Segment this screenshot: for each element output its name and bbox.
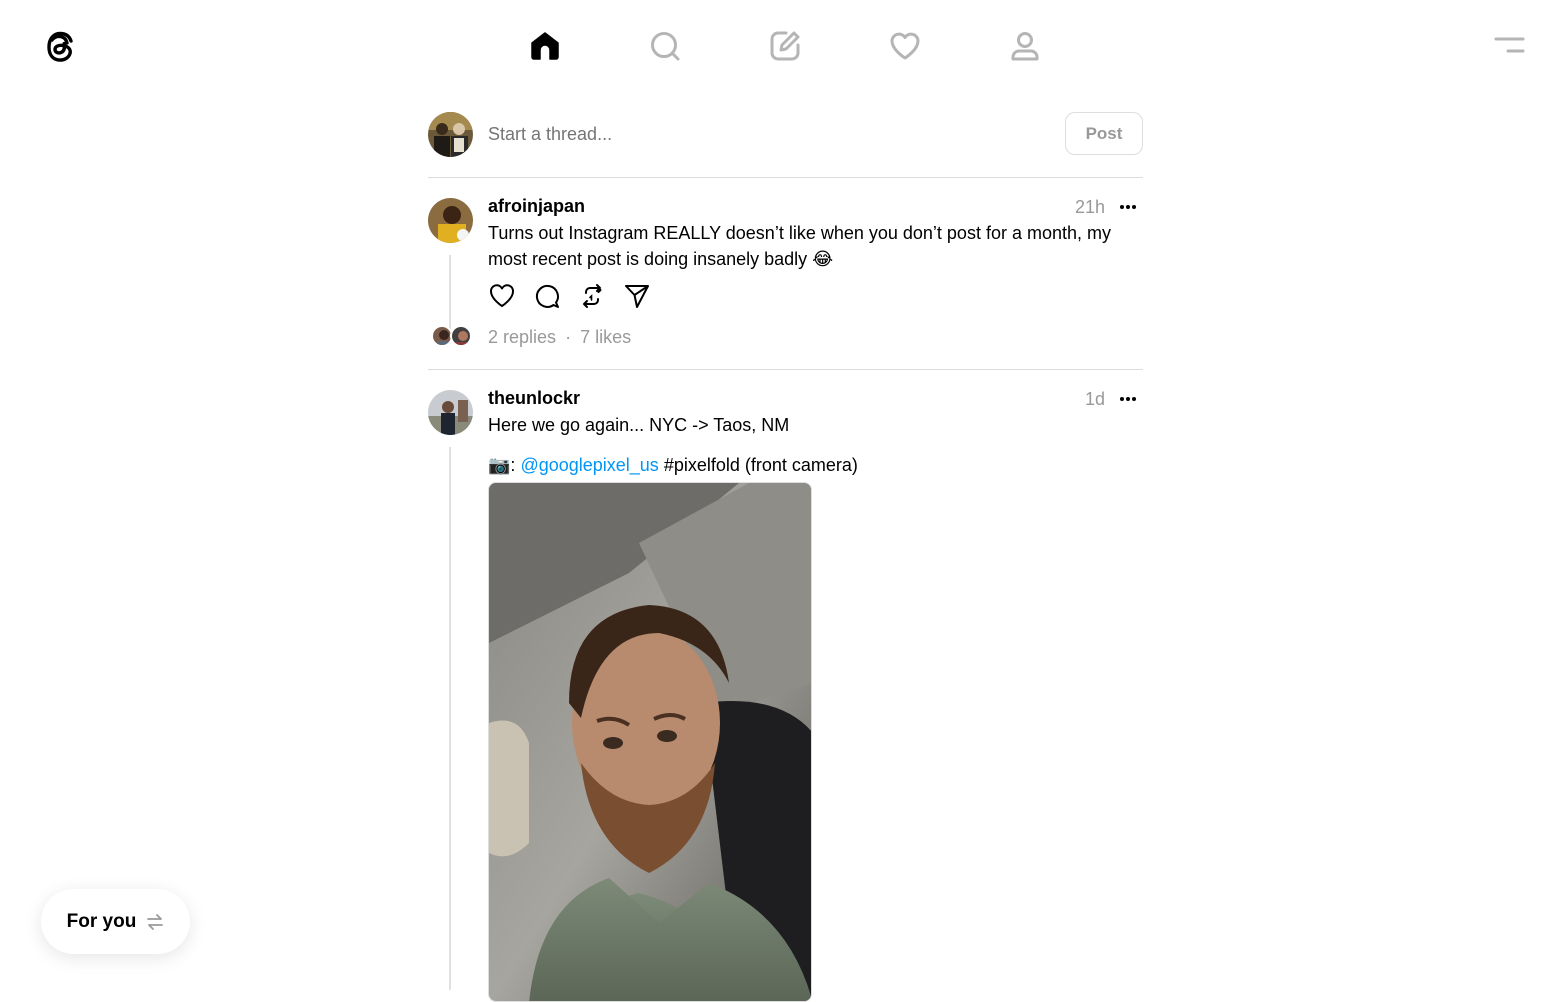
mention-link[interactable]: @googlepixel_us: [520, 455, 658, 475]
repost-icon: [583, 284, 602, 308]
menu-button[interactable]: [1490, 30, 1530, 60]
thread-composer: Post: [428, 112, 1143, 158]
compose-icon: [770, 31, 800, 61]
post-text: Here we go again... NYC -> Taos, NM: [488, 415, 790, 435]
heart-icon: [490, 284, 514, 307]
menu-icon: [1494, 37, 1525, 53]
camera-emoji: 📷:: [488, 455, 516, 475]
more-icon: [1120, 397, 1136, 401]
more-icon: [1120, 205, 1136, 209]
thread-line: [449, 447, 451, 990]
post-username[interactable]: afroinjapan: [488, 196, 585, 217]
post-text: Turns out Instagram REALLY doesn’t like …: [488, 223, 1111, 269]
thread-post: afroinjapan 21h Turns out Instagram REAL…: [428, 196, 1143, 356]
post-time[interactable]: 1d: [1085, 389, 1105, 410]
nav-home[interactable]: [515, 20, 575, 72]
thread-input[interactable]: [488, 124, 988, 145]
like-button[interactable]: [488, 282, 516, 310]
divider: [428, 369, 1143, 370]
share-button[interactable]: [623, 282, 651, 310]
post-stats: 2 replies · 7 likes: [488, 327, 631, 348]
thread-post: theunlockr 1d Here we go again... NYC ->…: [428, 388, 1143, 1002]
stats-separator: ·: [565, 327, 572, 347]
post-actions: [488, 282, 651, 310]
search-icon: [651, 32, 680, 61]
main-nav: [515, 20, 1055, 72]
heart-icon: [890, 32, 920, 60]
post-image[interactable]: [488, 482, 812, 1002]
post-author-avatar[interactable]: [428, 198, 473, 243]
feed-switch-button[interactable]: For you: [41, 889, 190, 954]
divider: [428, 177, 1143, 178]
post-username[interactable]: theunlockr: [488, 388, 580, 409]
swap-arrows-icon: [147, 913, 164, 930]
post-button[interactable]: Post: [1065, 112, 1143, 155]
nav-create[interactable]: [755, 20, 815, 72]
threads-logo-icon[interactable]: [40, 26, 80, 66]
nav-search[interactable]: [635, 20, 695, 72]
more-options-button[interactable]: [1117, 389, 1139, 409]
send-icon: [625, 285, 649, 308]
my-avatar[interactable]: [428, 112, 473, 157]
hashtag-text[interactable]: #pixelfold (front camera): [664, 455, 858, 475]
profile-icon: [1011, 32, 1039, 61]
replier-avatar: [450, 325, 472, 347]
nav-profile[interactable]: [995, 20, 1055, 72]
feed-switch-label: For you: [66, 910, 137, 932]
repost-button[interactable]: [578, 282, 606, 310]
home-icon: [531, 32, 559, 60]
post-caption: 📷: @googlepixel_us #pixelfold (front cam…: [488, 452, 1138, 478]
top-bar: [0, 0, 1552, 90]
nav-activity[interactable]: [875, 20, 935, 72]
replies-count[interactable]: 2 replies: [488, 327, 556, 347]
comment-icon: [535, 284, 559, 308]
post-author-avatar[interactable]: [428, 390, 473, 435]
likes-count[interactable]: 7 likes: [580, 327, 631, 347]
more-options-button[interactable]: [1117, 197, 1139, 217]
post-time[interactable]: 21h: [1075, 197, 1105, 218]
reply-button[interactable]: [533, 282, 561, 310]
